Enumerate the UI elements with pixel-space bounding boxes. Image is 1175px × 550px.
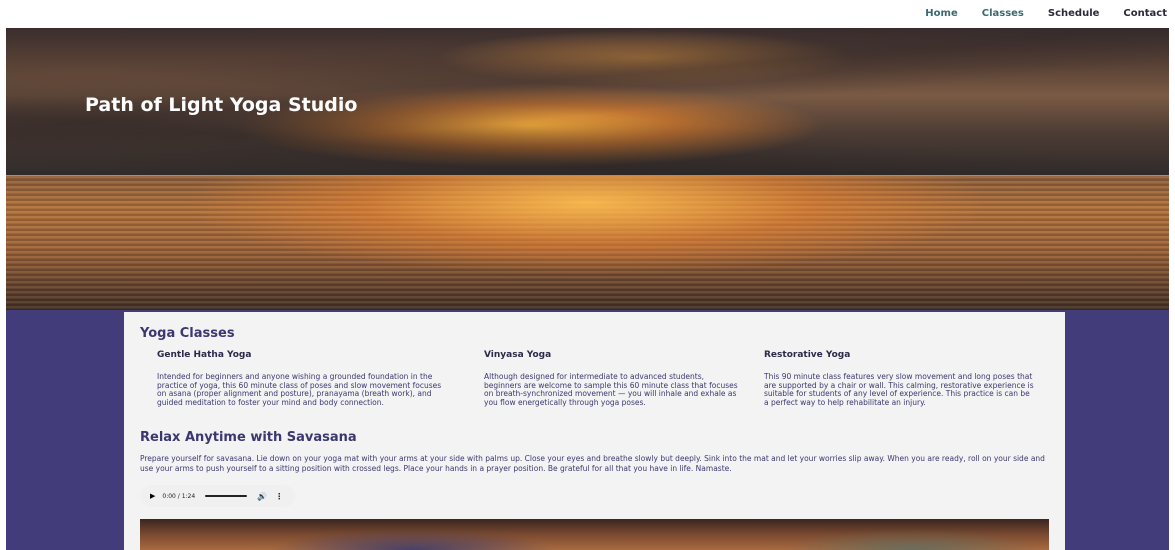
audio-progress-slider[interactable] <box>205 495 248 497</box>
yoga-mat-photo <box>140 519 1049 550</box>
nav-item-contact[interactable]: Contact <box>1123 8 1167 19</box>
class-description: Intended for beginners and anyone wishin… <box>157 372 442 407</box>
play-icon[interactable]: ▶ <box>150 492 155 500</box>
site-title: Path of Light Yoga Studio <box>85 94 358 116</box>
class-gentle-hatha: Gentle Hatha Yoga Intended for beginners… <box>157 350 452 407</box>
nav-link-contact[interactable]: Contact <box>1123 8 1167 19</box>
audio-player: ▶ 0:00 / 1:24 🔊 ⋮ <box>140 485 295 507</box>
class-description: Although designed for intermediate to ad… <box>484 372 738 407</box>
nav-link-schedule[interactable]: Schedule <box>1048 8 1100 19</box>
hero-sea <box>6 176 1169 310</box>
right-edge <box>1169 28 1175 550</box>
savasana-heading: Relax Anytime with Savasana <box>140 430 357 445</box>
class-description: This 90 minute class features very slow … <box>764 372 1034 407</box>
hero-banner: Path of Light Yoga Studio <box>6 28 1169 310</box>
top-navigation: Home Classes Schedule Contact <box>0 0 1175 28</box>
nav-link-home[interactable]: Home <box>925 8 957 19</box>
nav-item-classes[interactable]: Classes <box>982 8 1024 19</box>
class-name: Gentle Hatha Yoga <box>157 350 252 360</box>
nav-item-home[interactable]: Home <box>925 8 957 19</box>
class-name: Restorative Yoga <box>764 350 851 360</box>
nav-list: Home Classes Schedule Contact <box>901 8 1167 19</box>
main-content: Yoga Classes Gentle Hatha Yoga Intended … <box>124 312 1065 550</box>
audio-time: 0:00 / 1:24 <box>162 492 196 500</box>
class-restorative: Restorative Yoga This 90 minute class fe… <box>764 350 1034 407</box>
class-name: Vinyasa Yoga <box>484 350 552 360</box>
nav-item-schedule[interactable]: Schedule <box>1048 8 1100 19</box>
class-vinyasa: Vinyasa Yoga Although designed for inter… <box>484 350 739 407</box>
nav-link-classes[interactable]: Classes <box>982 8 1024 19</box>
classes-heading: Yoga Classes <box>140 326 235 341</box>
savasana-text: Prepare yourself for savasana. Lie down … <box>140 454 1045 473</box>
volume-icon[interactable]: 🔊 <box>257 492 267 501</box>
more-options-icon[interactable]: ⋮ <box>275 492 283 501</box>
